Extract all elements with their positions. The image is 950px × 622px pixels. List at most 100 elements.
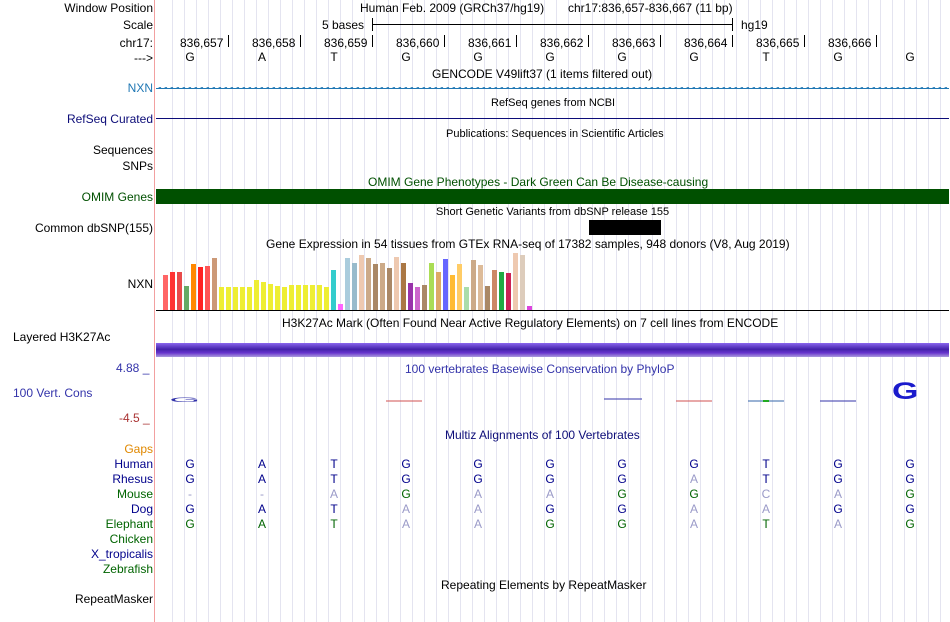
pubs-snps-label[interactable]: SNPs — [122, 159, 153, 173]
gtex-tissue-bar[interactable] — [205, 266, 210, 310]
gtex-tissue-bar[interactable] — [457, 264, 462, 310]
gtex-tissue-bar[interactable] — [408, 283, 413, 310]
gtex-tissue-bar[interactable] — [478, 265, 483, 310]
gtex-tissue-bar[interactable] — [324, 287, 329, 310]
gencode-track-label[interactable]: NXN — [128, 81, 153, 95]
ruler-tick-label: 836,658 — [252, 36, 296, 50]
gtex-track-label[interactable]: NXN — [128, 277, 153, 291]
gtex-tissue-bar[interactable] — [212, 258, 217, 310]
grid-line — [784, 0, 785, 622]
gtex-tissue-bar[interactable] — [415, 287, 420, 310]
gtex-tissue-bar[interactable] — [191, 264, 196, 310]
h3k27ac-track-label[interactable]: Layered H3K27Ac — [13, 330, 110, 344]
grid-line — [292, 0, 293, 622]
gtex-tissue-bar[interactable] — [198, 267, 203, 310]
gtex-tissue-bar[interactable] — [261, 282, 266, 310]
gtex-tissue-bar[interactable] — [464, 287, 469, 310]
gtex-tissue-bar[interactable] — [240, 287, 245, 310]
gtex-tissue-bar[interactable] — [268, 284, 273, 310]
ruler-tick-mark — [732, 35, 733, 47]
gtex-tissue-bar[interactable] — [296, 285, 301, 310]
species-label[interactable]: Human — [114, 457, 153, 471]
grid-line — [664, 0, 665, 622]
pubs-sequences-label[interactable]: Sequences — [93, 143, 153, 157]
gtex-tissue-bar[interactable] — [520, 255, 525, 310]
gtex-tissue-bar[interactable] — [359, 255, 364, 310]
gtex-tissue-bar[interactable] — [247, 287, 252, 310]
gtex-tissue-bar[interactable] — [387, 268, 392, 310]
ruler-tick-label: 836,661 — [468, 36, 512, 50]
gtex-tissue-bar[interactable] — [275, 286, 280, 310]
gtex-tissue-bar[interactable] — [163, 275, 168, 310]
gtex-tissue-bar[interactable] — [219, 287, 224, 310]
gtex-tissue-bar[interactable] — [289, 285, 294, 310]
grid-line — [736, 0, 737, 622]
gtex-tissue-bar[interactable] — [170, 272, 175, 310]
gtex-tissue-bar[interactable] — [513, 253, 518, 310]
species-label[interactable]: Rhesus — [112, 472, 153, 486]
refseq-track-label[interactable]: RefSeq Curated — [67, 112, 153, 126]
gtex-tissue-bar[interactable] — [303, 285, 308, 310]
gtex-tissue-bar[interactable] — [373, 264, 378, 310]
alignment-base: A — [257, 517, 266, 531]
species-label[interactable]: Elephant — [106, 517, 153, 531]
gtex-tissue-bar[interactable] — [310, 285, 315, 310]
omim-track-label[interactable]: OMIM Genes — [82, 190, 153, 204]
scale-bar-right-tick — [732, 18, 733, 31]
species-label[interactable]: Mouse — [117, 487, 153, 501]
omim-gene-bar[interactable] — [156, 189, 949, 204]
phylop-conservation-plot[interactable]: G G — [156, 375, 949, 410]
repeatmasker-track-title: Repeating Elements by RepeatMasker — [441, 578, 647, 592]
gtex-tissue-bar[interactable] — [492, 270, 497, 310]
gtex-tissue-bar[interactable] — [254, 280, 259, 310]
gtex-tissue-bar[interactable] — [485, 286, 490, 310]
gtex-tissue-bar[interactable] — [401, 263, 406, 310]
refseq-gene-line[interactable] — [156, 118, 949, 119]
gtex-tissue-bar[interactable] — [282, 287, 287, 310]
gtex-tissue-bar[interactable] — [471, 260, 476, 310]
gtex-tissue-bar[interactable] — [226, 287, 231, 310]
gtex-tissue-bar[interactable] — [380, 263, 385, 310]
gtex-tissue-bar[interactable] — [184, 286, 189, 310]
grid-line — [676, 0, 677, 622]
grid-line — [820, 0, 821, 622]
scale-bar — [372, 24, 732, 25]
ruler-tick-label: 836,660 — [396, 36, 440, 50]
species-label[interactable]: Dog — [131, 502, 153, 516]
gtex-tissue-bar[interactable] — [443, 259, 448, 310]
gtex-tissue-bar[interactable] — [177, 272, 182, 310]
reference-base: G — [185, 50, 195, 64]
grid-line — [388, 0, 389, 622]
gtex-tissue-bar[interactable] — [506, 273, 511, 310]
ruler-tick-label: 836,665 — [756, 36, 800, 50]
phylop-track-label[interactable]: 100 Vert. Cons — [13, 386, 92, 400]
gtex-tissue-bar[interactable] — [499, 272, 504, 310]
dbsnp-variant[interactable] — [589, 220, 661, 235]
dbsnp-track-label[interactable]: Common dbSNP(155) — [35, 221, 153, 235]
h3k27ac-signal[interactable] — [156, 343, 949, 357]
grid-line — [316, 0, 317, 622]
gencode-gene-feature[interactable] — [156, 86, 949, 89]
alignment-base: A — [257, 502, 266, 516]
gtex-tissue-bar[interactable] — [429, 263, 434, 310]
gtex-tissue-bar[interactable] — [422, 285, 427, 310]
gtex-tissue-bar[interactable] — [394, 257, 399, 310]
pubs-track-title: Publications: Sequences in Scientific Ar… — [446, 128, 664, 140]
species-label[interactable]: Zebrafish — [103, 562, 153, 576]
alignment-base: A — [473, 502, 482, 516]
alignment-base: G — [185, 517, 195, 531]
gtex-tissue-bar[interactable] — [352, 263, 357, 310]
gtex-bar-chart[interactable] — [163, 253, 543, 310]
gtex-tissue-bar[interactable] — [317, 285, 322, 310]
alignment-base: G — [617, 517, 627, 531]
species-label[interactable]: Chicken — [110, 532, 153, 546]
repeatmasker-track-label[interactable]: RepeatMasker — [75, 592, 153, 606]
grid-line — [892, 0, 893, 622]
gtex-tissue-bar[interactable] — [331, 270, 336, 310]
species-label[interactable]: X_tropicalis — [91, 547, 153, 561]
gtex-tissue-bar[interactable] — [450, 275, 455, 310]
gtex-tissue-bar[interactable] — [345, 258, 350, 310]
gtex-tissue-bar[interactable] — [233, 287, 238, 310]
gtex-tissue-bar[interactable] — [436, 272, 441, 310]
gtex-tissue-bar[interactable] — [366, 258, 371, 310]
